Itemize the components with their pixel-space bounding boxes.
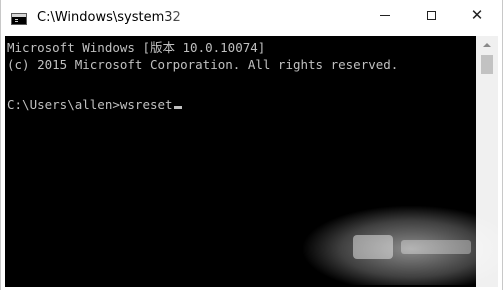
command-prompt-icon bbox=[11, 13, 27, 25]
watermark-logo bbox=[301, 205, 501, 285]
text-cursor bbox=[173, 106, 182, 109]
close-button[interactable]: ✕ bbox=[454, 0, 500, 30]
title-fade-overlay bbox=[159, 2, 269, 34]
watermark-text-block bbox=[401, 240, 471, 254]
scroll-up-button[interactable] bbox=[476, 36, 498, 53]
scroll-thumb[interactable] bbox=[481, 55, 493, 74]
maximize-button[interactable] bbox=[408, 0, 454, 30]
console-line-copyright: (c) 2015 Microsoft Corporation. All righ… bbox=[7, 57, 399, 72]
console-line-version: Microsoft Windows [版本 10.0.10074] bbox=[7, 40, 266, 55]
watermark-mark bbox=[353, 235, 393, 259]
console-command: C:\Users\allen>wsreset bbox=[7, 97, 173, 112]
close-icon: ✕ bbox=[470, 5, 484, 24]
minimize-icon bbox=[380, 14, 390, 16]
scroll-up-arrow-icon bbox=[483, 42, 491, 47]
minimize-button[interactable] bbox=[362, 0, 408, 30]
title-bar[interactable]: C:\Windows\system32 ✕ bbox=[1, 0, 502, 36]
console-window: C:\Windows\system32 ✕ Microsoft Windows … bbox=[0, 0, 503, 290]
console-prompt-line[interactable]: C:\Users\allen>wsreset bbox=[7, 97, 182, 113]
maximize-icon bbox=[426, 10, 436, 20]
